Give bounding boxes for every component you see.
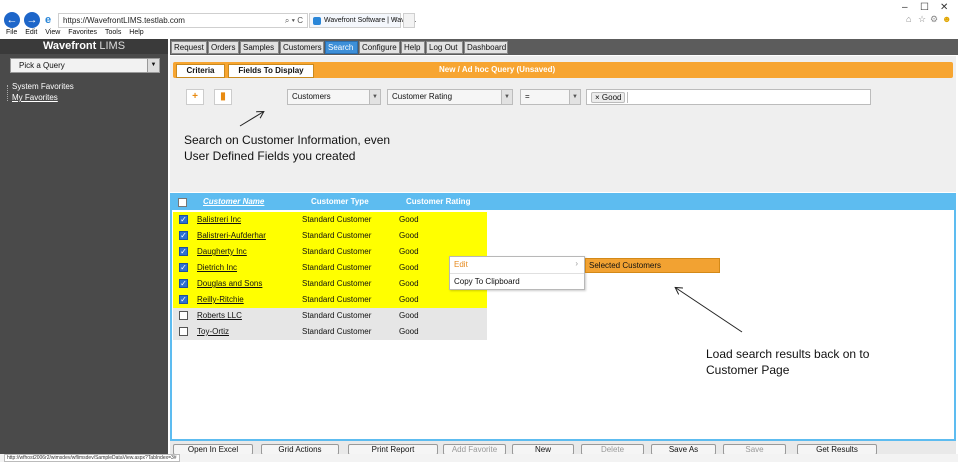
arrow-to-submenu [676, 288, 743, 333]
annotation-arrows [239, 0, 743, 333]
arrow-to-criteria [239, 112, 263, 127]
status-bar: http://wfhost2006r2/wimsdev/wflimsdev/Sa… [0, 454, 958, 462]
bottom-toolbar: Open In Excel Grid Actions Print Report … [170, 441, 956, 455]
status-url: http://wfhost2006r2/wimsdev/wflimsdev/Sa… [4, 454, 180, 462]
